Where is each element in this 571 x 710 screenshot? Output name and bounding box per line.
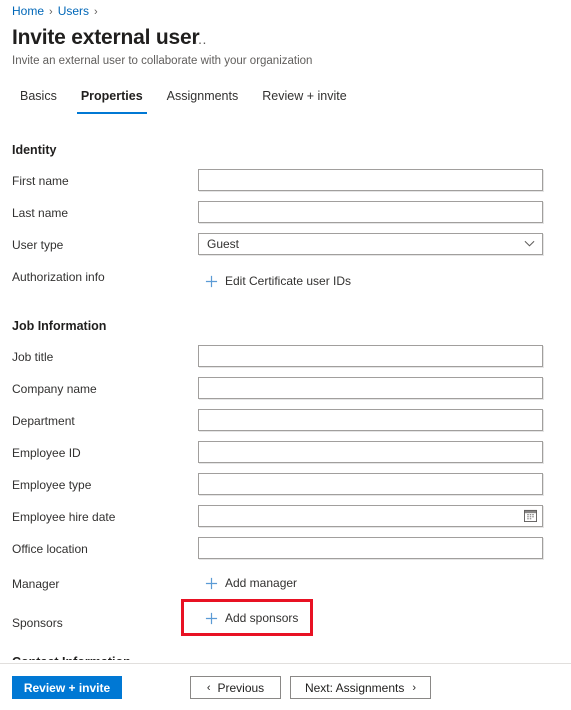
employee-id-input[interactable] xyxy=(198,441,543,463)
breadcrumb: Home › Users › xyxy=(12,3,103,20)
label-office-location: Office location xyxy=(12,542,88,556)
plus-icon xyxy=(205,612,218,624)
plus-icon xyxy=(205,275,218,287)
chevron-right-icon: › xyxy=(412,681,417,694)
last-name-input[interactable] xyxy=(198,201,543,223)
previous-button-label: Previous xyxy=(217,680,265,695)
breadcrumb-separator-2: › xyxy=(94,6,98,18)
tab-review-invite[interactable]: Review + invite xyxy=(250,88,358,114)
chevron-left-icon: ‹ xyxy=(206,681,211,694)
office-location-input[interactable] xyxy=(198,537,543,559)
next-button-label: Next: Assignments xyxy=(304,680,405,695)
add-manager-label: Add manager xyxy=(225,576,298,590)
label-company-name: Company name xyxy=(12,382,97,396)
tab-basics[interactable]: Basics xyxy=(8,88,69,114)
company-name-input[interactable] xyxy=(198,377,543,399)
employee-hire-date-field[interactable] xyxy=(198,505,543,527)
review-invite-button[interactable]: Review + invite xyxy=(12,676,122,699)
section-heading-job-information: Job Information xyxy=(12,319,107,333)
label-sponsors: Sponsors xyxy=(12,616,63,630)
label-employee-type: Employee type xyxy=(12,478,92,492)
user-type-select-box[interactable] xyxy=(198,233,543,255)
properties-form: Identity First name Last name User type … xyxy=(0,130,571,660)
user-type-selected-value: Guest xyxy=(207,237,240,251)
employee-type-input[interactable] xyxy=(198,473,543,495)
edit-certificate-user-ids-link[interactable]: Edit Certificate user IDs xyxy=(205,272,351,290)
more-options-icon[interactable]: … xyxy=(193,28,208,50)
section-heading-identity: Identity xyxy=(12,143,57,157)
add-sponsors-label: Add sponsors xyxy=(225,611,299,625)
breadcrumb-item-home[interactable]: Home xyxy=(12,4,44,18)
label-last-name: Last name xyxy=(12,206,69,220)
section-heading-contact-information: Contact Information xyxy=(12,654,131,660)
add-sponsors-link[interactable]: Add sponsors xyxy=(205,609,298,627)
label-job-title: Job title xyxy=(12,350,54,364)
wizard-tabs: Basics Properties Assignments Review + i… xyxy=(8,88,359,118)
job-title-input[interactable] xyxy=(198,345,543,367)
page-subtitle: Invite an external user to collaborate w… xyxy=(12,55,313,67)
previous-button[interactable]: ‹ Previous xyxy=(190,676,281,699)
chevron-down-icon[interactable] xyxy=(524,238,535,249)
breadcrumb-separator: › xyxy=(49,6,53,18)
employee-hire-date-input[interactable] xyxy=(198,505,543,527)
label-manager: Manager xyxy=(12,577,60,591)
tab-assignments[interactable]: Assignments xyxy=(155,88,251,114)
plus-icon xyxy=(205,577,218,589)
tab-properties[interactable]: Properties xyxy=(69,88,155,114)
department-input[interactable] xyxy=(198,409,543,431)
first-name-input[interactable] xyxy=(198,169,543,191)
user-type-select[interactable]: Guest xyxy=(198,233,543,255)
add-manager-link[interactable]: Add manager xyxy=(205,574,297,592)
edit-certificate-user-ids-label: Edit Certificate user IDs xyxy=(225,274,352,288)
page-title: Invite external user xyxy=(12,26,200,49)
label-user-type: User type xyxy=(12,238,64,252)
label-employee-id: Employee ID xyxy=(12,446,81,460)
calendar-icon[interactable] xyxy=(524,509,537,522)
breadcrumb-item-users[interactable]: Users xyxy=(58,4,89,18)
wizard-footer: Review + invite ‹ Previous Next: Assignm… xyxy=(0,663,571,710)
label-employee-hire-date: Employee hire date xyxy=(12,510,116,524)
label-authorization-info: Authorization info xyxy=(12,270,105,284)
next-assignments-button[interactable]: Next: Assignments › xyxy=(290,676,431,699)
label-department: Department xyxy=(12,414,75,428)
label-first-name: First name xyxy=(12,174,69,188)
